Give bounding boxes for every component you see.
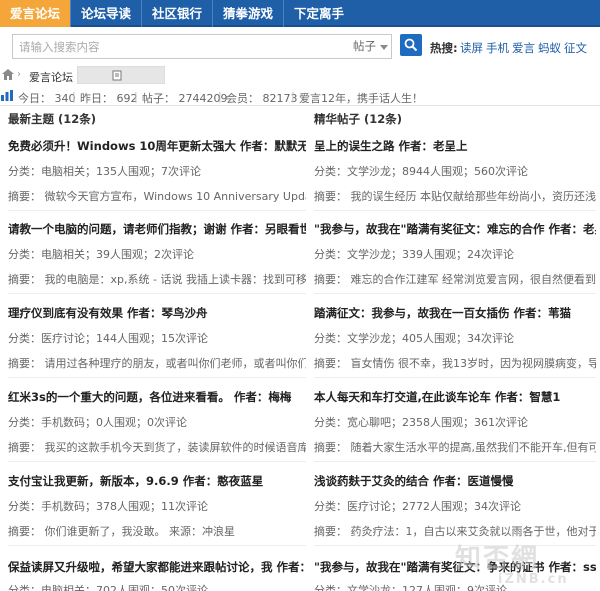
nav-tab-game[interactable]: 猜拳游戏: [213, 0, 283, 27]
search-input[interactable]: [19, 38, 339, 56]
topic-title-link[interactable]: 理疗仪到底有没有效果 作者：琴鸟沙舟: [8, 305, 306, 321]
topic-summary: 摘要： 难忘的合作江建军 经常浏览爱言网，很自然便看到了": [314, 273, 596, 286]
topic-meta: 分类：电脑相关；702人围观；50次评论: [8, 584, 208, 591]
topic-title-link[interactable]: 浅谈药麸于艾灸的结合 作者：医道慢慢: [314, 473, 596, 489]
topic-meta: 分类：宽心聊吧；2358人围观；361次评论: [314, 416, 528, 429]
topic-summary: 摘要： 我的电脑是：xp,系统 - 话说 我插上读卡器：找到可移动: [8, 273, 306, 286]
stat-members: 会员： 82173: [226, 92, 298, 105]
search-bar: 帖子 热搜: 读屏 手机 爱言 蚂蚁 征文: [0, 27, 600, 65]
latest-topics-heading: 最新主题 (12条): [8, 112, 97, 126]
stat-divider: |: [134, 90, 138, 103]
nav-tab-guide[interactable]: 论坛导读: [71, 0, 141, 27]
stat-yesterday: 昨日： 692: [80, 92, 138, 105]
row-divider: [314, 377, 596, 378]
stat-divider: |: [72, 90, 76, 103]
featured-topics-heading: 精华帖子 (12条): [314, 112, 403, 126]
stat-divider: |: [291, 90, 295, 103]
topic-meta: 分类：文学沙龙；339人围观；24次评论: [314, 248, 514, 261]
topic-title-link[interactable]: 免费必须升！Windows 10周年更新太强大 作者：默默无闻在: [8, 138, 306, 154]
row-divider: [8, 377, 306, 378]
hot-search-link[interactable]: 征文: [564, 40, 587, 56]
topic-meta: 分类：医疗讨论；2772人围观；34次评论: [314, 500, 521, 513]
watermark-url: iZNB.cn: [498, 572, 569, 587]
hot-search-label: 热搜:: [430, 41, 458, 55]
topic-meta: 分类：文学沙龙；405人围观；34次评论: [314, 332, 514, 345]
topic-meta: 分类：电脑相关；135人围观；7次评论: [8, 165, 201, 178]
nav-tab-bank[interactable]: 社区银行: [142, 0, 212, 27]
home-icon[interactable]: [2, 69, 14, 80]
topic-title-link[interactable]: 红米3s的一个重大的问题，各位进来看看。 作者：梅梅: [8, 389, 306, 405]
search-type-select[interactable]: 帖子: [353, 35, 376, 58]
row-divider: [314, 293, 596, 294]
hot-search-link[interactable]: 蚂蚁: [538, 40, 561, 56]
search-icon: [404, 38, 418, 52]
stat-posts: 帖子： 2744209: [142, 92, 228, 105]
topic-summary: 摘要： 我买的这款手机今天到货了，装读屏软件的时候语音库有: [8, 441, 306, 454]
search-box: 帖子: [12, 34, 392, 59]
hot-search-link[interactable]: 读屏: [460, 40, 483, 56]
top-nav: 爱言论坛 论坛导读 社区银行 猜拳游戏 下定离手: [0, 0, 600, 27]
topic-title-link[interactable]: 请教一个电脑的问题，请老师们指教；谢谢 作者：另眼看世界: [8, 221, 306, 237]
topic-meta: 分类：医疗讨论；144人围观；15次评论: [8, 332, 208, 345]
topic-meta: 分类：手机数码；0人围观；0次评论: [8, 416, 187, 429]
document-icon: [112, 70, 122, 81]
topic-meta: 分类：电脑相关；39人围观；2次评论: [8, 248, 194, 261]
stat-today: 今日： 340: [18, 92, 76, 105]
hot-search-link[interactable]: 爱言: [512, 40, 535, 56]
topic-summary: 摘要： 请用过各种理疗的朋友，或者叫你们老师，或者叫你们思: [8, 357, 306, 370]
topic-title-link[interactable]: 呈上的误生之路 作者：老呈上: [314, 138, 596, 154]
bar-chart-icon: [1, 90, 13, 101]
breadcrumb: › 爱言论坛: [0, 66, 600, 86]
stat-welcome: 爱言12年，携手话人生！: [299, 92, 423, 105]
row-divider: [8, 461, 306, 462]
topic-meta: 分类：手机数码；378人围观；11次评论: [8, 500, 208, 513]
topic-summary: 摘要： 药灸疗法：1，自古以来艾灸就以雨各于世，他对于内科: [314, 525, 596, 538]
topic-summary: 摘要： 微软今天官方宣布，Windows 10 Anniversary Upda…: [8, 190, 306, 203]
row-divider: [314, 461, 596, 462]
forum-stats: 今日： 340 | 昨日： 692 | 帖子： 2744209 | 会员： 82…: [0, 88, 600, 106]
row-divider: [314, 210, 596, 211]
nav-tab-bet[interactable]: 下定离手: [284, 0, 354, 27]
chevron-right-icon: ›: [17, 69, 21, 80]
breadcrumb-forum-link[interactable]: 爱言论坛: [29, 69, 73, 85]
row-divider: [8, 293, 306, 294]
row-divider: [8, 210, 306, 211]
topic-title-link[interactable]: 踏满征文：我参与，故我在一百女插伤 作者：苇猫: [314, 305, 596, 321]
topic-title-link[interactable]: 支付宝让我更新，新版本，9.6.9 作者：憨夜蓝星: [8, 473, 306, 489]
breadcrumb-current-box: [77, 66, 165, 84]
watermark: 知否網: [455, 544, 540, 574]
topic-summary: 摘要： 盲女情伤 很不幸，我13岁时，因为视网膜病变，导致双: [314, 357, 596, 370]
stat-divider: |: [218, 90, 222, 103]
topic-summary: 摘要： 我的误生经历 本贴仅献给那些年纷尚小，资历还浅，: [314, 190, 596, 203]
nav-tab-home[interactable]: 爱言论坛: [0, 0, 70, 27]
hot-search-link[interactable]: 手机: [486, 40, 509, 56]
topic-title-link[interactable]: 本人每天和车打交道,在此谈车论车 作者：智慧1: [314, 389, 596, 405]
topic-meta: 分类：文学沙龙；8944人围观；560次评论: [314, 165, 528, 178]
topic-summary: 摘要： 随着大家生活水平的提高,虽然我们不能开车,但有可能给: [314, 441, 596, 454]
topic-title-link[interactable]: "我参与，故我在"踏满有奖征文：难忘的合作 作者：老兵: [314, 221, 596, 237]
chevron-down-icon[interactable]: [380, 45, 388, 50]
row-divider: [8, 545, 306, 546]
topic-summary: 摘要： 你们谁更新了，我没敢。 来源：冲浪星: [8, 525, 235, 538]
search-button[interactable]: [400, 34, 422, 56]
topic-title-link[interactable]: 保益读屏又升级啦，希望大家都能进来跟帖讨论，我 作者：师歌的小海: [8, 559, 306, 575]
